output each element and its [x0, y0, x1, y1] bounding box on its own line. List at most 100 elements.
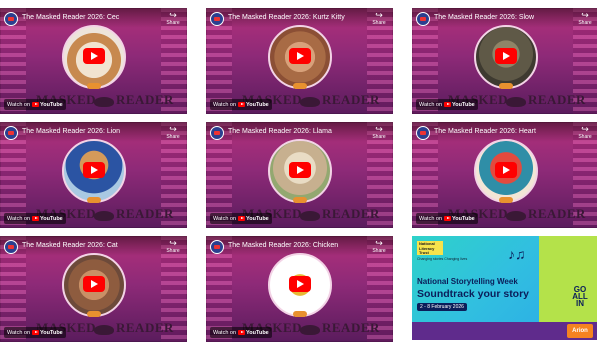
play-button-icon[interactable] — [82, 276, 105, 292]
watch-on-youtube-button[interactable]: Watch on YouTube — [210, 99, 272, 110]
watch-on-youtube-button[interactable]: Watch on YouTube — [416, 99, 478, 110]
video-title[interactable]: The Masked Reader 2026: Heart — [434, 128, 536, 135]
video-title[interactable]: The Masked Reader 2026: Cec — [22, 14, 119, 21]
share-label: Share — [166, 134, 180, 140]
mask-icon — [506, 97, 526, 107]
mask-icon — [94, 97, 114, 107]
channel-avatar-icon[interactable] — [4, 126, 18, 140]
play-button-icon[interactable] — [82, 48, 105, 64]
share-label: Share — [166, 248, 180, 254]
share-arrow-icon: ↪ — [581, 10, 589, 20]
channel-avatar-icon[interactable] — [416, 12, 430, 26]
watch-on-label: Watch on — [419, 101, 443, 108]
video-tile[interactable]: The Masked Reader 2026: Slow ↪ Share MAS… — [412, 8, 597, 114]
share-button[interactable]: ↪ Share — [576, 125, 594, 141]
brand-word-reader: READER — [528, 206, 586, 221]
sponsor-logo: Arion — [567, 324, 593, 338]
video-tile[interactable]: The Masked Reader 2026: Cat ↪ Share MASK… — [0, 236, 187, 342]
masked-reader-badge — [86, 197, 101, 203]
share-arrow-icon: ↪ — [169, 124, 177, 134]
video-tile[interactable]: The Masked Reader 2026: Heart ↪ Share MA… — [412, 122, 597, 228]
brand-word-reader: READER — [116, 206, 174, 221]
video-title[interactable]: The Masked Reader 2026: Llama — [228, 128, 332, 135]
youtube-icon — [32, 216, 40, 221]
share-button[interactable]: ↪ Share — [576, 11, 594, 27]
masked-reader-badge — [86, 311, 101, 317]
music-notes-icon: ♪♫ — [508, 246, 526, 262]
play-button-icon[interactable] — [494, 48, 517, 64]
play-button-icon[interactable] — [288, 162, 311, 178]
play-button-icon[interactable] — [288, 276, 311, 292]
channel-avatar-icon[interactable] — [210, 12, 224, 26]
masked-reader-badge — [498, 197, 513, 203]
watch-on-youtube-button[interactable]: Watch on YouTube — [210, 213, 272, 224]
promo-tagline: Changing stories Changing lives — [417, 257, 468, 261]
youtube-label: YouTube — [452, 215, 475, 222]
mask-icon — [94, 325, 114, 335]
literacy-trust-logo: National Literacy Trust — [417, 241, 443, 255]
share-button[interactable]: ↪ Share — [370, 239, 388, 255]
channel-avatar-icon[interactable] — [210, 240, 224, 254]
watch-on-youtube-button[interactable]: Watch on YouTube — [4, 327, 66, 338]
promo-subheadline: Soundtrack your story — [417, 288, 530, 300]
youtube-icon — [444, 102, 452, 107]
video-title[interactable]: The Masked Reader 2026: Cat — [22, 242, 118, 249]
play-button-icon[interactable] — [494, 162, 517, 178]
watch-on-label: Watch on — [419, 215, 443, 222]
mask-icon — [300, 97, 320, 107]
masked-reader-badge — [86, 83, 101, 89]
watch-on-label: Watch on — [7, 215, 31, 222]
share-button[interactable]: ↪ Share — [370, 11, 388, 27]
share-button[interactable]: ↪ Share — [164, 239, 182, 255]
video-tile[interactable]: The Masked Reader 2026: Chicken ↪ Share … — [206, 236, 393, 342]
share-arrow-icon: ↪ — [375, 238, 383, 248]
share-label: Share — [166, 20, 180, 26]
watch-on-label: Watch on — [7, 329, 31, 336]
youtube-label: YouTube — [246, 215, 269, 222]
share-button[interactable]: ↪ Share — [370, 125, 388, 141]
share-button[interactable]: ↪ Share — [164, 125, 182, 141]
video-grid: The Masked Reader 2026: Cec ↪ Share MASK… — [0, 0, 597, 342]
youtube-label: YouTube — [246, 101, 269, 108]
video-tile[interactable]: The Masked Reader 2026: Llama ↪ Share MA… — [206, 122, 393, 228]
youtube-icon — [32, 330, 40, 335]
play-button-icon[interactable] — [82, 162, 105, 178]
play-button-icon[interactable] — [288, 48, 311, 64]
youtube-icon — [32, 102, 40, 107]
promo-date: 2 - 8 February 2026 — [417, 303, 467, 311]
youtube-icon — [238, 330, 246, 335]
masked-reader-badge — [292, 83, 307, 89]
watch-on-label: Watch on — [7, 101, 31, 108]
watch-on-youtube-button[interactable]: Watch on YouTube — [210, 327, 272, 338]
share-label: Share — [578, 20, 592, 26]
video-tile[interactable]: The Masked Reader 2026: Lion ↪ Share MAS… — [0, 122, 187, 228]
watch-on-label: Watch on — [213, 101, 237, 108]
watch-on-youtube-button[interactable]: Watch on YouTube — [4, 213, 66, 224]
channel-avatar-icon[interactable] — [4, 12, 18, 26]
brand-word-reader: READER — [322, 320, 380, 335]
share-arrow-icon: ↪ — [169, 10, 177, 20]
mask-icon — [94, 211, 114, 221]
brand-word-reader: READER — [528, 92, 586, 107]
share-label: Share — [372, 134, 386, 140]
youtube-label: YouTube — [40, 215, 63, 222]
youtube-label: YouTube — [40, 329, 63, 336]
video-tile[interactable]: The Masked Reader 2026: Kurtz Kitty ↪ Sh… — [206, 8, 393, 114]
video-tile[interactable]: The Masked Reader 2026: Cec ↪ Share MASK… — [0, 8, 187, 114]
video-title[interactable]: The Masked Reader 2026: Lion — [22, 128, 120, 135]
storytelling-week-promo[interactable]: National Literacy Trust Changing stories… — [412, 236, 597, 340]
channel-avatar-icon[interactable] — [4, 240, 18, 254]
watch-on-youtube-button[interactable]: Watch on YouTube — [4, 99, 66, 110]
video-title[interactable]: The Masked Reader 2026: Kurtz Kitty — [228, 14, 345, 21]
youtube-icon — [444, 216, 452, 221]
go-all-in-logo: GO ALL IN — [572, 285, 588, 308]
watch-on-youtube-button[interactable]: Watch on YouTube — [416, 213, 478, 224]
channel-avatar-icon[interactable] — [210, 126, 224, 140]
channel-avatar-icon[interactable] — [416, 126, 430, 140]
share-button[interactable]: ↪ Share — [164, 11, 182, 27]
watch-on-label: Watch on — [213, 329, 237, 336]
video-title[interactable]: The Masked Reader 2026: Slow — [434, 14, 534, 21]
youtube-label: YouTube — [246, 329, 269, 336]
video-title[interactable]: The Masked Reader 2026: Chicken — [228, 242, 338, 249]
masked-reader-badge — [292, 197, 307, 203]
